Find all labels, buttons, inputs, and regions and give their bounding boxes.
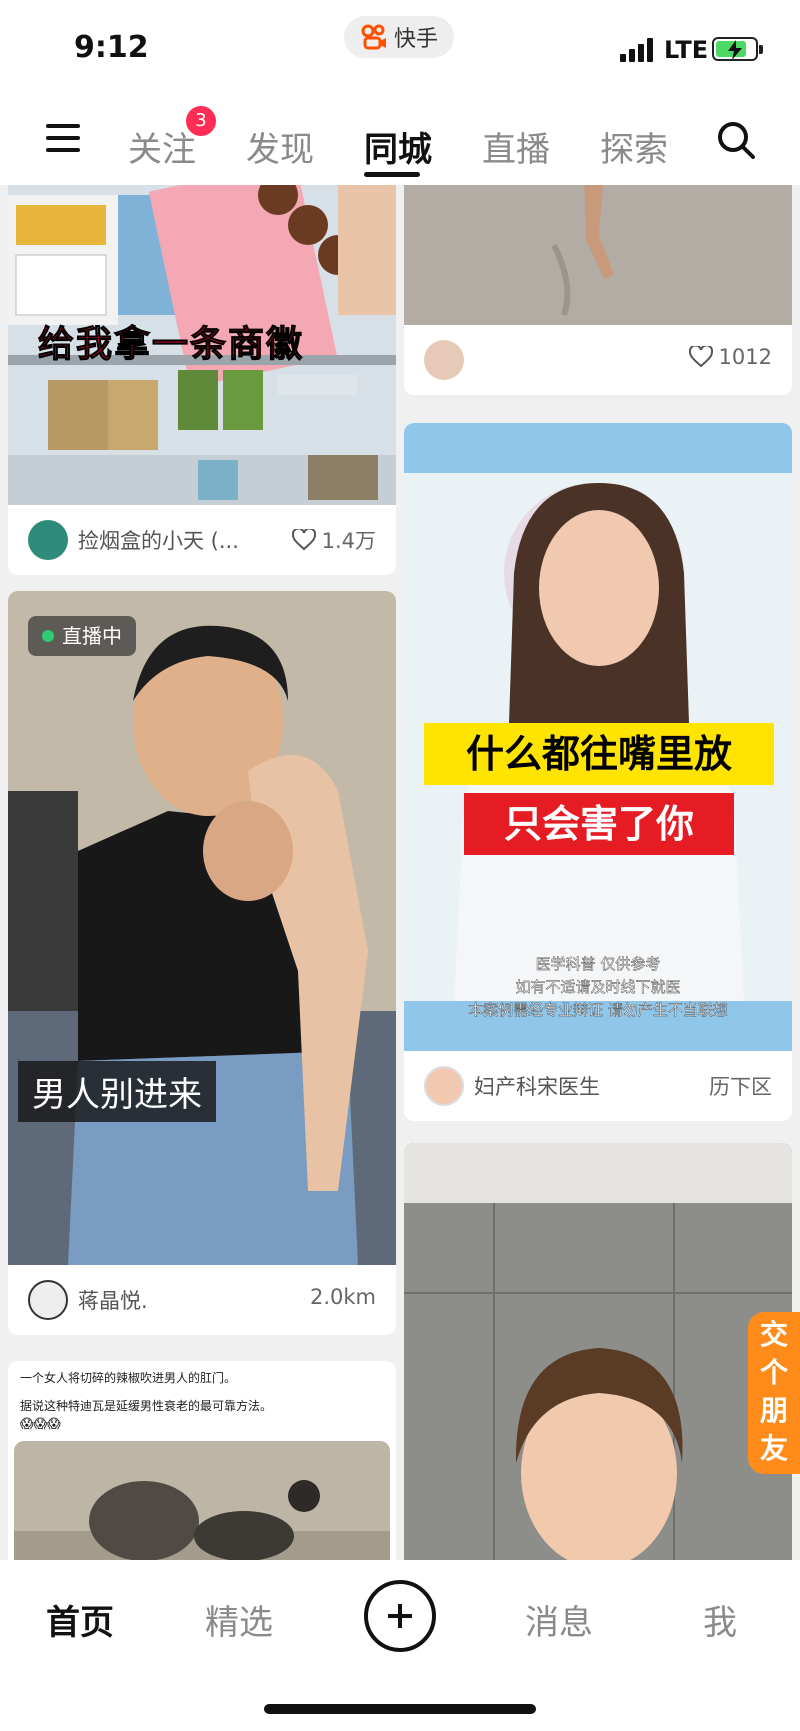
network-type: LTE [664, 36, 709, 64]
article-line: 据说这种特迪瓦是延缓男性衰老的最可靠方法。 [20, 1399, 273, 1413]
live-badge: 直播中 [28, 616, 136, 656]
make-friends-tab[interactable]: 交个朋友 [748, 1312, 800, 1474]
status-bar: 9:12 快手 LTE [0, 0, 800, 95]
disclaimer-line: 医学科普 仅供参考 [535, 955, 661, 973]
like-count[interactable]: 1012 [688, 345, 772, 369]
tab-home[interactable]: 首页 [46, 1595, 114, 1644]
video-card[interactable]: 什么都往嘴里放 只会害了你 医学科普 仅供参考 如有不适请及时线下就医 本案例需… [404, 423, 792, 1121]
tab-following[interactable]: 关注 [128, 122, 196, 171]
author-name[interactable]: 蒋晶悦. [78, 1285, 148, 1315]
video-card[interactable]: 1012 [404, 185, 792, 395]
tab-messages[interactable]: 消息 [525, 1595, 593, 1644]
card-footer: 蒋晶悦. 2.0km [8, 1265, 396, 1335]
card-footer: 捡烟盒的小天 (... 1.4万 [8, 505, 396, 575]
avatar[interactable] [424, 340, 464, 380]
live-label: 直播中 [62, 624, 122, 648]
battery-icon [712, 37, 763, 61]
live-dot-icon [42, 630, 54, 642]
video-card[interactable]: 一个女人将切碎的辣椒吹进男人的肛门。 据说这种特迪瓦是延缓男性衰老的最可靠方法。… [8, 1361, 396, 1560]
video-thumbnail [404, 1143, 792, 1560]
signal-icon [620, 38, 656, 62]
avatar[interactable] [424, 1066, 464, 1106]
headline-yellow: 什么都往嘴里放 [424, 723, 774, 785]
video-caption: 给我拿一条商徽 [37, 324, 305, 366]
video-overlay-text: 男人别进来 [18, 1061, 216, 1122]
video-card[interactable] [404, 1143, 792, 1560]
active-tab-indicator [364, 172, 420, 177]
home-indicator[interactable] [264, 1704, 536, 1714]
location: 历下区 [709, 1075, 772, 1099]
video-thumbnail [404, 185, 792, 325]
video-thumbnail: 给我拿一条商徽 [8, 185, 396, 505]
tab-me[interactable]: 我 [703, 1595, 737, 1644]
video-thumbnail: 什么都往嘴里放 只会害了你 医学科普 仅供参考 如有不适请及时线下就医 本案例需… [404, 423, 792, 1051]
make-friends-label: 交个朋友 [760, 1318, 789, 1465]
distance: 2.0km [309, 1285, 376, 1309]
kuaishou-logo-icon [361, 24, 386, 50]
status-time: 9:12 [74, 30, 149, 65]
avatar[interactable] [28, 520, 68, 560]
like-count[interactable]: 1.4万 [291, 525, 376, 555]
tab-nearby[interactable]: 同城 [364, 122, 432, 171]
article-line: 一个女人将切碎的辣椒吹进男人的肛门。 [20, 1371, 237, 1385]
app-name: 快手 [393, 27, 438, 52]
author-name[interactable]: 捡烟盒的小天 (... [78, 525, 258, 555]
like-count-text: 1012 [718, 345, 772, 369]
video-feed: 给我拿一条商徽 捡烟盒的小天 (... 1.4万 直播中 男人别进来 蒋晶悦. … [0, 185, 800, 1560]
tab-live[interactable]: 直播 [482, 122, 550, 171]
heart-icon [688, 346, 713, 368]
like-count-text: 1.4万 [321, 529, 376, 553]
emoji-line: 😱😱😱 [20, 1417, 61, 1432]
tab-discover[interactable]: 发现 [246, 122, 314, 171]
card-footer: 妇产科宋医生 历下区 [404, 1051, 792, 1121]
author-name[interactable]: 妇产科宋医生 [474, 1071, 600, 1101]
search-icon[interactable] [716, 120, 756, 160]
disclaimer-line: 如有不适请及时线下就医 [515, 978, 681, 996]
card-footer: 1012 [404, 325, 792, 395]
disclaimer-line: 本案例需经专业辩证 请勿产生不当联想 [468, 1001, 728, 1019]
tab-explore[interactable]: 探索 [600, 122, 668, 171]
tab-featured[interactable]: 精选 [205, 1595, 273, 1644]
video-card[interactable]: 给我拿一条商徽 捡烟盒的小天 (... 1.4万 [8, 185, 396, 575]
article-photo [14, 1441, 390, 1560]
menu-icon[interactable] [46, 124, 80, 152]
heart-icon [291, 529, 316, 551]
video-card[interactable]: 直播中 男人别进来 蒋晶悦. 2.0km [8, 591, 396, 1335]
app-indicator[interactable]: 快手 [344, 16, 454, 58]
avatar[interactable] [28, 1280, 68, 1320]
headline-red: 只会害了你 [464, 793, 734, 855]
create-button[interactable] [364, 1580, 436, 1652]
notification-badge: 3 [186, 106, 216, 136]
video-thumbnail: 直播中 男人别进来 [8, 591, 396, 1265]
